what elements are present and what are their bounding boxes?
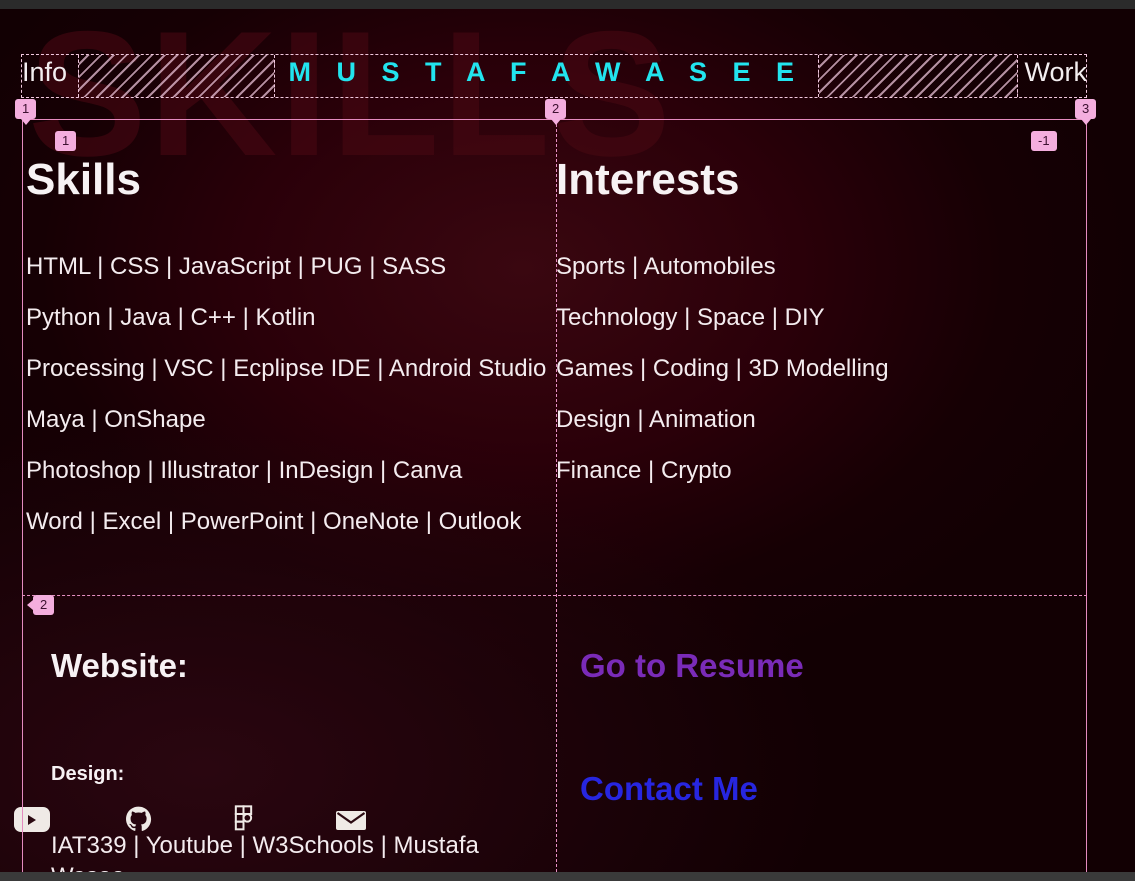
browser-chrome-bottom bbox=[0, 872, 1135, 881]
grid-badge-col-1: 1 bbox=[15, 99, 37, 125]
contact-link[interactable]: Contact Me bbox=[580, 770, 758, 808]
grid-badge-row-2: 2 bbox=[26, 595, 55, 615]
envelope-glyph bbox=[335, 810, 366, 830]
design-heading: Design: bbox=[51, 763, 125, 785]
list-item: Sports | Automobiles bbox=[556, 253, 776, 281]
github-icon[interactable] bbox=[120, 804, 156, 836]
interests-list: Sports | Automobiles Technology | Space … bbox=[556, 255, 1086, 483]
nav-link-info[interactable]: Info bbox=[22, 57, 67, 88]
youtube-icon[interactable] bbox=[14, 804, 50, 836]
list-item: Technology | Space | DIY bbox=[556, 304, 825, 332]
grid-badge-col-2: 2 bbox=[545, 99, 567, 125]
list-item: Finance | Crypto bbox=[556, 457, 732, 485]
website-heading: Website: bbox=[51, 647, 188, 684]
figma-glyph bbox=[234, 804, 253, 830]
interests-column: Interests Sports | Automobiles Technolog… bbox=[556, 155, 1086, 510]
main-grid: Skills HTML | CSS | JavaScript | PUG | S… bbox=[14, 119, 1087, 872]
list-item: Processing | VSC | Ecplipse IDE | Androi… bbox=[26, 355, 547, 383]
skills-heading: Skills bbox=[26, 155, 141, 204]
list-item: Python | Java | C++ | Kotlin bbox=[26, 304, 316, 332]
page-viewport: SKILLS Info M U S T A F A W A S E E Work… bbox=[0, 9, 1135, 872]
list-item: Photoshop | Illustrator | InDesign | Can… bbox=[26, 457, 463, 485]
resume-link[interactable]: Go to Resume bbox=[580, 647, 804, 685]
browser-chrome-top bbox=[0, 0, 1135, 9]
site-title: M U S T A F A W A S E E bbox=[288, 57, 804, 87]
youtube-play-glyph bbox=[14, 807, 50, 832]
nav-link-work[interactable]: Work bbox=[1024, 57, 1087, 88]
site-header: Info M U S T A F A W A S E E Work bbox=[22, 46, 1087, 99]
skills-column: Skills HTML | CSS | JavaScript | PUG | S… bbox=[26, 155, 556, 561]
list-item: Games | Coding | 3D Modelling bbox=[556, 355, 889, 383]
figma-icon[interactable] bbox=[227, 804, 263, 836]
interests-heading: Interests bbox=[556, 155, 740, 204]
email-icon[interactable] bbox=[333, 804, 369, 836]
links-cell: Go to Resume Contact Me bbox=[580, 647, 1085, 808]
grid-badge-col-neg1: -1 bbox=[1031, 131, 1057, 151]
list-item: Maya | OnShape bbox=[26, 406, 206, 434]
social-links-row bbox=[14, 801, 369, 838]
list-item: HTML | CSS | JavaScript | PUG | SASS bbox=[26, 253, 447, 281]
website-cell: Website: Design: IAT339 | Youtube | W3Sc… bbox=[51, 647, 556, 872]
list-item: Design | Animation bbox=[556, 406, 756, 434]
grid-badge-row-1: 1 bbox=[55, 131, 77, 151]
list-item: Word | Excel | PowerPoint | OneNote | Ou… bbox=[26, 508, 522, 536]
github-glyph bbox=[125, 806, 151, 831]
grid-badge-col-3: 3 bbox=[1075, 99, 1097, 125]
skills-list: HTML | CSS | JavaScript | PUG | SASS Pyt… bbox=[26, 255, 556, 534]
